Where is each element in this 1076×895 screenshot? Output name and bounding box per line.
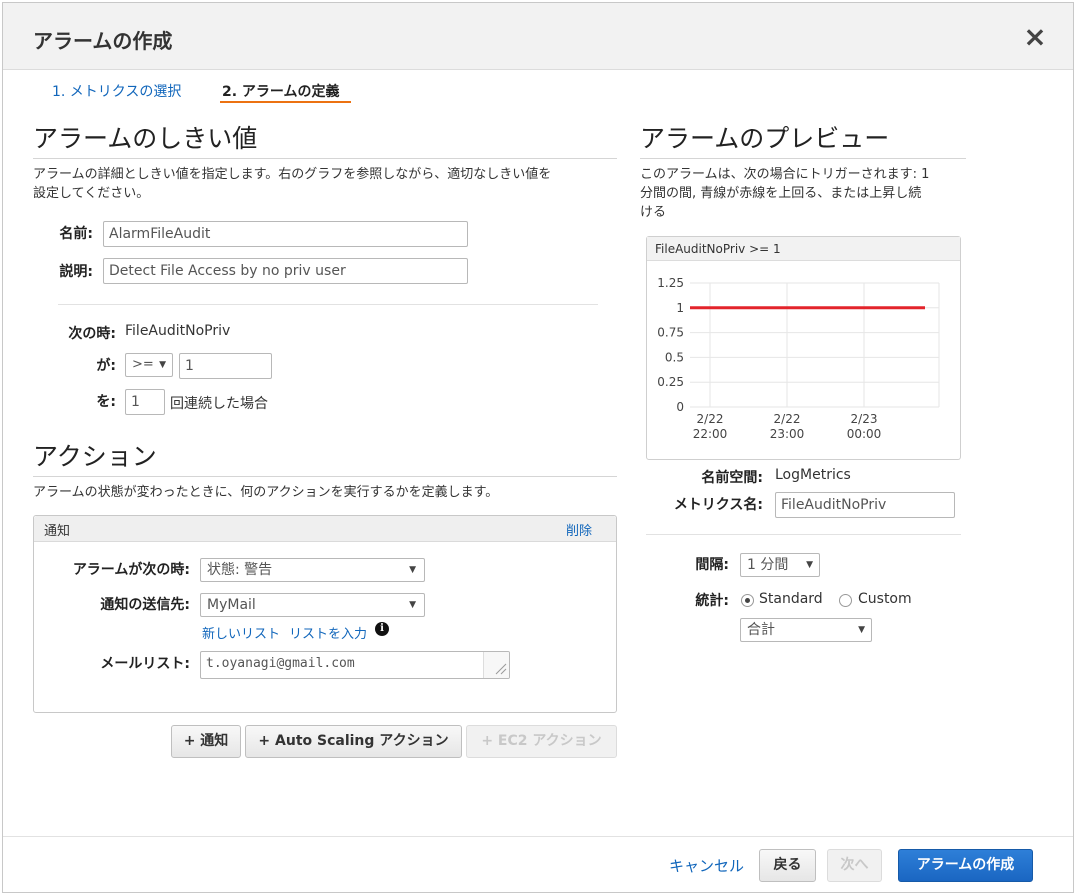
- new-list-link[interactable]: 新しいリスト: [202, 623, 280, 642]
- periods-input[interactable]: 1: [125, 389, 165, 415]
- metric-name-text: FileAuditNoPriv: [125, 323, 231, 339]
- create-alarm-button[interactable]: アラームの作成: [898, 849, 1033, 882]
- preview-description-line1: このアラームは、次の場合にトリガーされます: 1: [640, 167, 930, 182]
- metric-name-input[interactable]: FileAuditNoPriv: [775, 492, 955, 518]
- when-label: 次の時:: [68, 326, 116, 342]
- actions-divider: [33, 476, 617, 477]
- chart-x-tick-time: 00:00: [847, 427, 882, 441]
- add-notification-button[interactable]: + 通知: [171, 725, 241, 758]
- standard-label[interactable]: Standard: [759, 591, 823, 607]
- statistic-label: 統計:: [695, 593, 729, 609]
- operator-select[interactable]: >= ▼: [125, 353, 173, 377]
- footer-divider: [3, 836, 1073, 837]
- chart-y-tick-label: 0: [676, 400, 684, 414]
- threshold-description-line2: 設定してください。: [33, 186, 150, 201]
- metric-name-label: メトリクス名:: [673, 497, 763, 513]
- chart-y-tick-label: 1.25: [657, 276, 684, 290]
- alarm-state-value: 状態: 警告: [207, 562, 273, 578]
- step-select-metrics[interactable]: 1. メトリクスの選択: [52, 81, 181, 101]
- close-icon[interactable]: ×: [1021, 23, 1049, 51]
- threshold-heading: アラームのしきい値: [33, 124, 258, 153]
- chevron-down-icon: ▼: [858, 625, 865, 635]
- chevron-down-icon: ▼: [409, 600, 416, 610]
- next-button: 次へ: [827, 849, 882, 882]
- actions-heading: アクション: [33, 442, 157, 471]
- send-to-select[interactable]: MyMail ▼: [200, 593, 425, 617]
- preview-divider: [640, 158, 966, 159]
- for-label: を:: [96, 394, 116, 410]
- notification-panel-header: 通知 削除: [34, 516, 616, 542]
- standard-radio[interactable]: [741, 594, 754, 607]
- resize-handle-icon[interactable]: [483, 652, 509, 678]
- periods-suffix: 回連続した場合: [170, 396, 268, 412]
- name-label: 名前:: [59, 226, 93, 242]
- statistic-value: 合計: [747, 622, 775, 638]
- add-ec2-action-button: + EC2 アクション: [466, 725, 617, 758]
- chart-x-tick-time: 22:00: [693, 427, 728, 441]
- chart-y-tick-label: 1: [676, 301, 684, 315]
- delete-notification-link[interactable]: 削除: [566, 520, 592, 539]
- chart-y-tick-label: 0.5: [665, 350, 684, 364]
- chevron-down-icon: ▼: [409, 565, 416, 575]
- chart-x-tick-date: 2/23: [851, 412, 878, 426]
- chart-x-tick-date: 2/22: [774, 412, 801, 426]
- chart-x-tick-time: 23:00: [770, 427, 805, 441]
- actions-description: アラームの状態が変わったときに、何のアクションを実行するかを定義します。: [33, 485, 499, 500]
- form-divider: [58, 304, 598, 305]
- custom-label[interactable]: Custom: [858, 591, 912, 607]
- description-label: 説明:: [59, 264, 93, 280]
- preview-description-line3: ける: [640, 205, 667, 220]
- chevron-down-icon: ▼: [806, 560, 813, 570]
- chart-y-tick-label: 0.25: [657, 375, 684, 389]
- cancel-link[interactable]: キャンセル: [669, 855, 744, 876]
- email-list-value: t.oyanagi@gmail.com: [206, 656, 355, 671]
- create-alarm-dialog: アラームの作成 × 1. メトリクスの選択 2. アラームの定義 アラームのしき…: [2, 2, 1074, 893]
- chart-y-tick-label: 0.75: [657, 326, 684, 340]
- chart-svg: 1.2510.750.50.250 2/2222:002/2223:002/23…: [657, 276, 940, 441]
- operator-value: >=: [132, 357, 154, 372]
- chevron-down-icon: ▼: [159, 360, 166, 370]
- alarm-name-input[interactable]: AlarmFileAudit: [103, 221, 468, 247]
- threshold-value-input[interactable]: 1: [179, 353, 272, 379]
- preview-heading: アラームのプレビュー: [640, 124, 890, 153]
- statistic-select[interactable]: 合計 ▼: [740, 618, 872, 642]
- alarm-state-select[interactable]: 状態: 警告 ▼: [200, 558, 425, 582]
- preview-description-line2: 分間の間, 青線が赤線を上回る、または上昇し続: [640, 186, 922, 201]
- alarm-description-input[interactable]: Detect File Access by no priv user: [103, 258, 468, 284]
- preview-description: このアラームは、次の場合にトリガーされます: 1 分間の間, 青線が赤線を上回る…: [640, 165, 970, 222]
- threshold-description-line1: アラームの詳細としきい値を指定します。右のグラフを参照しながら、適切なしきい値を: [33, 167, 552, 182]
- notification-panel-title: 通知: [44, 524, 71, 539]
- info-icon[interactable]: i: [375, 622, 389, 636]
- send-to-value: MyMail: [207, 597, 256, 613]
- dialog-header: アラームの作成 ×: [3, 3, 1073, 70]
- preview-form-divider: [646, 534, 961, 535]
- is-label: が:: [96, 358, 116, 374]
- period-value: 1 分間: [747, 557, 789, 573]
- namespace-label: 名前空間:: [701, 470, 763, 486]
- enter-list-link[interactable]: リストを入力: [289, 623, 367, 642]
- threshold-description: アラームの詳細としきい値を指定します。右のグラフを参照しながら、適切なしきい値を…: [33, 165, 623, 203]
- chart-title: FileAuditNoPriv >= 1: [647, 237, 960, 261]
- threshold-divider: [33, 158, 617, 159]
- email-list-textarea[interactable]: t.oyanagi@gmail.com: [200, 651, 510, 679]
- custom-radio[interactable]: [839, 594, 852, 607]
- send-to-label: 通知の送信先:: [100, 597, 190, 613]
- period-select[interactable]: 1 分間 ▼: [740, 553, 820, 577]
- add-autoscaling-action-button[interactable]: + Auto Scaling アクション: [245, 725, 462, 758]
- back-button[interactable]: 戻る: [759, 849, 816, 882]
- email-list-label: メールリスト:: [100, 656, 190, 672]
- preview-chart: FileAuditNoPriv >= 1 1.25 1 0.75 0.5 0.25 0 2…: [646, 236, 961, 460]
- period-label: 間隔:: [695, 557, 729, 573]
- alarm-state-label: アラームが次の時:: [72, 562, 190, 578]
- notification-panel: 通知 削除 アラームが次の時: 状態: 警告 ▼ 通知の送信先: MyMail …: [33, 515, 617, 713]
- namespace-value: LogMetrics: [775, 467, 851, 483]
- step-define-alarm[interactable]: 2. アラームの定義: [222, 81, 340, 101]
- chart-x-tick-date: 2/22: [697, 412, 724, 426]
- dialog-title: アラームの作成: [33, 29, 173, 53]
- active-step-underline: [220, 101, 351, 103]
